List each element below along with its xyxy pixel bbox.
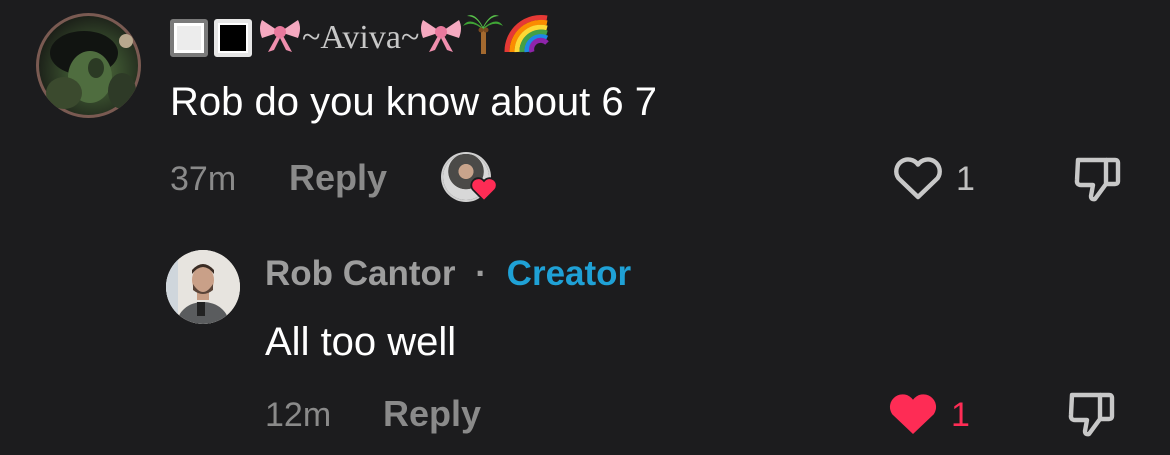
avatar-image — [166, 250, 240, 324]
comment-dislike-button[interactable] — [1072, 154, 1124, 209]
reply-like-button[interactable] — [887, 391, 939, 442]
white-square-icon — [170, 19, 208, 57]
rainbow-icon — [503, 14, 550, 63]
creator-badge: Creator — [506, 254, 632, 293]
comment-text: Rob do you know about 6 7 — [170, 80, 658, 124]
thumbs-down-icon — [1074, 157, 1121, 202]
thumbs-down-icon — [1068, 392, 1115, 437]
liked-by-creator-badge — [443, 154, 501, 204]
reply-like-count: 1 — [951, 396, 970, 434]
reply-text: All too well — [265, 320, 457, 364]
reply-timestamp: 12m — [265, 396, 332, 434]
ribbon-icon — [419, 14, 463, 63]
creator-avatar[interactable] — [166, 250, 240, 324]
comment-like-button[interactable] — [892, 155, 944, 206]
comment-like-count: 1 — [956, 160, 975, 198]
username-text: ~Aviva~ — [302, 19, 420, 56]
reply-reply-button[interactable]: Reply — [383, 393, 481, 435]
avatar-image — [46, 31, 136, 109]
heart-filled-icon — [889, 394, 937, 434]
comment-username[interactable]: ~Aviva~ — [170, 12, 550, 65]
separator-dot: · — [475, 254, 487, 293]
reply-dislike-button[interactable] — [1066, 389, 1118, 444]
reply-author-name[interactable]: Rob Cantor — [265, 254, 456, 293]
commenter-avatar[interactable] — [36, 13, 141, 118]
black-square-icon — [214, 19, 252, 57]
comment-timestamp: 37m — [170, 160, 237, 198]
palm-tree-icon — [463, 12, 504, 65]
heart-icon — [470, 177, 498, 202]
reply-author-row: Rob Cantor · Creator — [265, 254, 631, 294]
ribbon-icon — [258, 14, 302, 63]
comment-reply-button[interactable]: Reply — [289, 157, 387, 199]
heart-outline-icon — [894, 157, 942, 200]
